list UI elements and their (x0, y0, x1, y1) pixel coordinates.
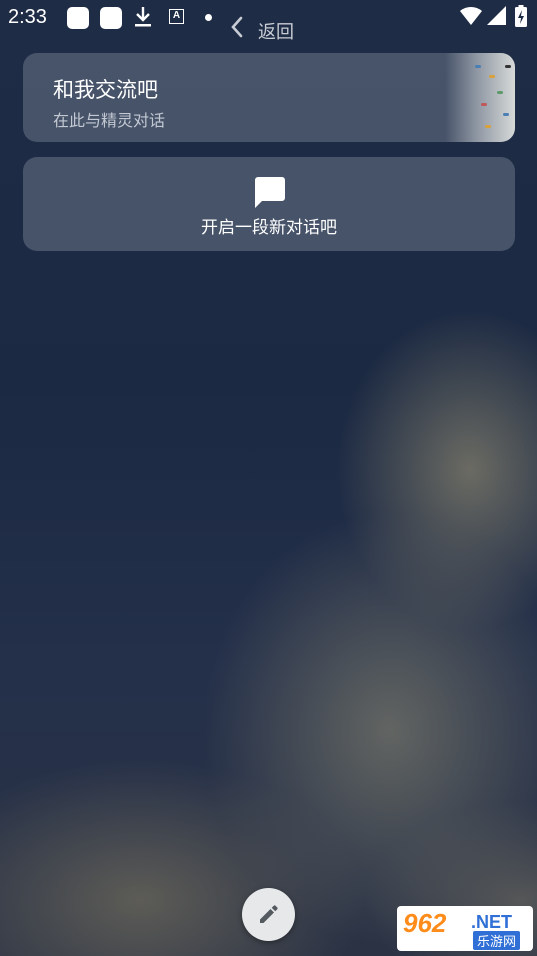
battery-charging-icon (515, 5, 527, 31)
wifi-icon (460, 6, 482, 30)
background-image (0, 0, 537, 956)
download-icon (134, 6, 152, 32)
compose-fab-button[interactable] (242, 888, 295, 941)
back-button[interactable]: 返回 (230, 14, 294, 44)
status-time: 2:33 (8, 6, 47, 28)
chat-bubble-icon (252, 175, 286, 213)
app-notification-icon (67, 7, 89, 29)
intro-card-title: 和我交流吧 (53, 78, 158, 102)
app-notification-icon (100, 7, 122, 29)
a-text-icon: A (169, 9, 184, 24)
watermark-logo: 962 .NET 乐游网 (397, 906, 533, 951)
back-label: 返回 (258, 22, 294, 43)
intro-card-subtitle: 在此与精灵对话 (53, 111, 166, 130)
new-chat-card[interactable]: 开启一段新对话吧 (23, 157, 515, 251)
watermark-domain: .NET (471, 912, 513, 932)
watermark-number: 962 (403, 908, 447, 938)
signal-icon (487, 6, 507, 30)
doodle-sticker-image (445, 53, 515, 142)
intro-card: 和我交流吧 在此与精灵对话 (23, 53, 515, 142)
chevron-left-icon (230, 16, 244, 42)
watermark-name: 乐游网 (473, 931, 521, 950)
dot-icon (205, 14, 212, 21)
new-chat-label: 开启一段新对话吧 (201, 218, 337, 238)
